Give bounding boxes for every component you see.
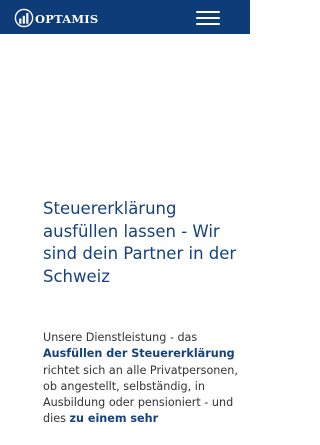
intro-text-1: Unsere Dienstleistung - das — [43, 331, 198, 344]
optamis-logo-icon — [14, 8, 34, 28]
hamburger-menu-button[interactable] — [196, 11, 220, 26]
menu-bar-middle — [196, 17, 220, 19]
optamis-logo[interactable]: OPTAMIS — [14, 8, 98, 28]
menu-bar-bottom — [196, 23, 220, 25]
intro-bold-price: zu einem sehr — [69, 412, 159, 426]
page-title: Steuererklärung ausfüllen lassen - Wir s… — [43, 199, 237, 286]
menu-bar-top — [196, 11, 220, 13]
intro-bold-service: Ausfüllen der Steuererklärung — [43, 347, 235, 361]
top-navbar: OPTAMIS — [0, 0, 250, 34]
logo-text: OPTAMIS — [35, 12, 99, 26]
intro-paragraph: Unsere Dienstleistung - das Ausfüllen de… — [43, 330, 248, 428]
